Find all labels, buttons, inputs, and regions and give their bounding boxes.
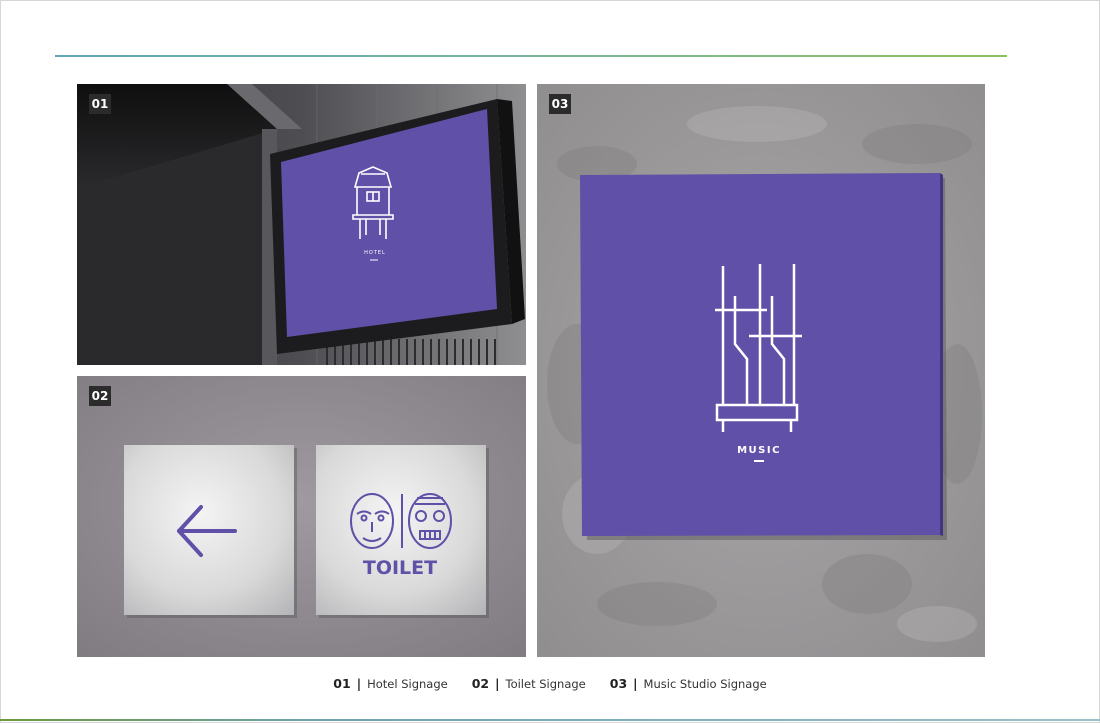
panel-number-badge: 02 (89, 386, 111, 406)
caption-separator: | (356, 676, 362, 691)
music-sign-text: MUSIC (737, 445, 781, 456)
photo-hotel-signage: HOTEL 01 (77, 84, 526, 365)
hotel-sign-photo: HOTEL (77, 84, 526, 365)
toilet-sign-photo: TOILET (77, 376, 526, 657)
photo-music-studio-signage: MUSIC 03 (537, 84, 985, 657)
caption-number: 03 (609, 676, 628, 691)
caption-number: 02 (471, 676, 490, 691)
caption-label: Music Studio Signage (643, 676, 767, 691)
caption-label: Hotel Signage (367, 676, 448, 691)
caption-number: 01 (333, 676, 351, 691)
bottom-rule (0, 719, 1100, 721)
caption-row: 01 | Hotel Signage 02 | Toilet Signage 0… (0, 676, 1100, 691)
music-sign-photo: MUSIC (537, 84, 985, 657)
caption-label: Toilet Signage (505, 676, 586, 691)
caption-separator: | (495, 676, 500, 691)
toilet-sign-text: TOILET (363, 557, 437, 579)
panel-number-badge: 03 (549, 94, 571, 114)
top-rule (55, 55, 1007, 57)
caption-toilet: 02 | Toilet Signage (472, 676, 586, 691)
hotel-sign-text: HOTEL (364, 250, 386, 256)
panel-number-badge: 01 (89, 94, 111, 114)
caption-hotel: 01 | Hotel Signage (333, 676, 447, 691)
caption-music: 03 | Music Studio Signage (610, 676, 767, 691)
photo-toilet-signage: TOILET 02 (77, 376, 526, 657)
caption-separator: | (633, 676, 638, 691)
